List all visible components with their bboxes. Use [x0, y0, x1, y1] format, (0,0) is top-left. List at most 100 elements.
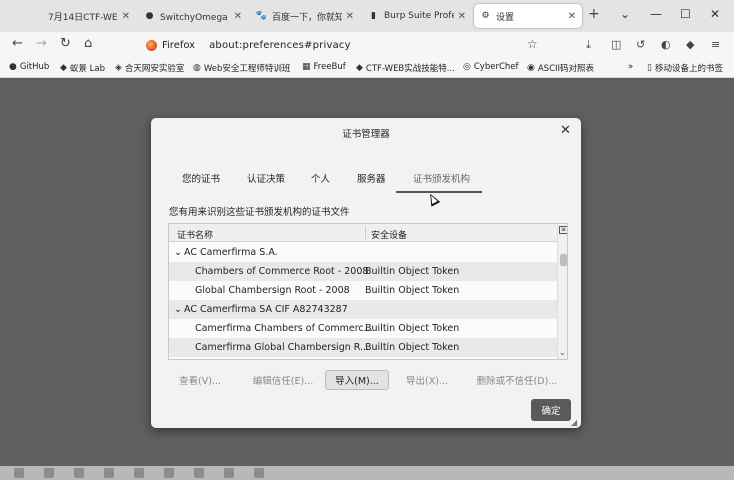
bookmarks-overflow-button[interactable]: »: [628, 62, 633, 72]
tree-item-row[interactable]: Chambers of Commerce Root - 2008 Builtin…: [169, 262, 557, 281]
column-header-cert-name[interactable]: 证书名称: [177, 228, 213, 241]
reload-button[interactable]: ↻: [60, 37, 71, 51]
group-name: AC Camerfirma S.A.: [184, 247, 278, 258]
history-icon[interactable]: ↺: [636, 38, 645, 51]
tab-your-certificates[interactable]: 您的证书: [182, 171, 220, 185]
edit-trust-button[interactable]: 编辑信任(E)...: [241, 370, 325, 390]
taskbar-app-icon[interactable]: [194, 468, 204, 478]
identity-label: Firefox: [162, 39, 196, 51]
menu-icon[interactable]: ≡: [711, 38, 720, 51]
taskbar-app-icon[interactable]: [44, 468, 54, 478]
forward-button[interactable]: →: [36, 37, 47, 51]
tree-group-row[interactable]: ⌄ AC Camerfirma SA CIF A82743287: [169, 300, 557, 319]
tree-group-row[interactable]: ⌄ AC Camerfirma S.A.: [169, 243, 557, 262]
window-close-button[interactable]: ✕: [710, 7, 720, 21]
ok-button[interactable]: 确定: [531, 399, 571, 421]
gear-icon: ⚙: [481, 11, 490, 21]
back-button[interactable]: ←: [12, 37, 23, 51]
certificate-tree[interactable]: 证书名称 安全设备 ⌄ AC Camerfirma S.A. Chambers …: [168, 223, 568, 360]
browser-tab-active[interactable]: ⚙ 设置 ✕: [474, 4, 582, 28]
import-button[interactable]: 导入(M)...: [325, 370, 389, 390]
switchy-icon: ●: [145, 11, 154, 21]
chevron-down-icon[interactable]: ⌄: [174, 247, 182, 258]
taskbar-app-icon[interactable]: [74, 468, 84, 478]
taskbar-app-icon[interactable]: [164, 468, 174, 478]
delete-or-distrust-button[interactable]: 删除或不信任(D)...: [469, 370, 565, 390]
taskbar: [0, 466, 734, 480]
active-tab-indicator: [396, 191, 482, 193]
bookmark-ctf[interactable]: ◆ CTF-WEB实战技能特...: [356, 62, 455, 74]
bookmark-label: CyberChef: [473, 62, 519, 72]
dialog-close-button[interactable]: ✕: [560, 123, 571, 138]
close-tab-icon[interactable]: ✕: [122, 11, 130, 22]
scrollbar-thumb[interactable]: [560, 254, 567, 266]
cert-name: Global Chambersign Root - 2008: [195, 285, 350, 296]
url-text[interactable]: about:preferences#privacy: [209, 40, 351, 51]
url-bar[interactable]: Firefox about:preferences#privacy: [142, 35, 548, 55]
tree-item-row[interactable]: Global Chambersign Root - 2008 Builtin O…: [169, 281, 557, 300]
tree-item-row[interactable]: Camerfirma Chambers of Commerc... Builti…: [169, 319, 557, 338]
tab-authorities[interactable]: 证书颁发机构: [413, 171, 470, 185]
bookmark-lab[interactable]: ◆ 蚁景 Lab: [60, 62, 105, 74]
extension-icon[interactable]: ◫: [611, 38, 621, 51]
globe-icon: ◍: [193, 63, 201, 73]
browser-tab[interactable]: 🐾 百度一下，你就知道 ✕: [250, 4, 360, 28]
shield-icon: ◈: [115, 63, 122, 73]
mobile-bookmarks[interactable]: ▯ 移动设备上的书签: [647, 62, 723, 74]
account-icon[interactable]: ◐: [661, 38, 671, 51]
taskbar-app-icon[interactable]: [14, 468, 24, 478]
close-tab-icon[interactable]: ✕: [458, 11, 466, 22]
bookmark-label: ASCII码对照表: [537, 64, 595, 74]
column-picker-icon[interactable]: ≡: [559, 226, 567, 234]
bookmark-github[interactable]: ● GitHub: [9, 62, 49, 72]
bookmark-web-training[interactable]: ◍ Web安全工程师特训班: [193, 62, 290, 74]
cert-device: Builtin Object Token: [365, 342, 460, 353]
tree-item-row[interactable]: Camerfirma Global Chambersign R... Built…: [169, 338, 557, 357]
tab-servers[interactable]: 服务器: [357, 171, 386, 185]
column-divider[interactable]: [365, 226, 366, 240]
ascii-icon: ◉: [527, 63, 535, 73]
close-tab-icon[interactable]: ✕: [234, 11, 242, 22]
browser-tab[interactable]: ▮ Burp Suite Professional ✕: [362, 4, 472, 28]
cert-device: Builtin Object Token: [365, 266, 460, 277]
close-tab-icon[interactable]: ✕: [346, 11, 354, 22]
taskbar-app-icon[interactable]: [104, 468, 114, 478]
taskbar-app-icon[interactable]: [254, 468, 264, 478]
bookmark-label: 移动设备上的书签: [654, 64, 723, 74]
tree-scrollbar[interactable]: ≡ ⌄: [557, 224, 567, 359]
firefox-icon: [146, 39, 157, 51]
view-button[interactable]: 查看(V)...: [169, 370, 231, 390]
maximize-button[interactable]: ☐: [680, 7, 691, 21]
bookmark-ascii[interactable]: ◉ ASCII码对照表: [527, 62, 594, 74]
resize-grip-icon[interactable]: ◢: [571, 418, 577, 427]
export-button[interactable]: 导出(X)...: [397, 370, 457, 390]
dialog-title: 证书管理器: [342, 129, 390, 140]
bookmark-cyberchef[interactable]: ◎ CyberChef: [463, 62, 519, 72]
minimize-button[interactable]: —: [650, 7, 662, 21]
cert-name: Chambers of Commerce Root - 2008: [195, 266, 369, 277]
tab-list-dropdown-icon[interactable]: ⌄: [620, 7, 630, 21]
close-tab-icon[interactable]: ✕: [568, 11, 576, 22]
taskbar-app-icon[interactable]: [134, 468, 144, 478]
browser-tab[interactable]: 7月14日CTF-WEB培训 ✕: [26, 4, 136, 28]
addon-icon[interactable]: ◆: [686, 38, 694, 51]
tab-strip: 7月14日CTF-WEB培训 ✕ ● SwitchyOmega 选项 ✕ 🐾 百…: [0, 0, 734, 32]
certificate-manager-dialog: 证书管理器 ✕ 您的证书 认证决策 个人 服务器 证书颁发机构 您有用来识别这些…: [151, 118, 581, 428]
tab-authentication-decisions[interactable]: 认证决策: [247, 171, 285, 185]
home-button[interactable]: ⌂: [84, 37, 92, 51]
chevron-down-icon[interactable]: ⌄: [174, 304, 182, 315]
bookmark-freebuf[interactable]: ▦ FreeBuf: [302, 62, 346, 72]
downloads-icon[interactable]: ⤓: [586, 38, 591, 52]
taskbar-app-icon[interactable]: [224, 468, 234, 478]
bookmark-hetian[interactable]: ◈ 合天网安实验室: [115, 62, 184, 74]
browser-tab[interactable]: ● SwitchyOmega 选项 ✕: [138, 4, 248, 28]
cert-device: Builtin Object Token: [365, 323, 460, 334]
bookmark-label: 蚁景 Lab: [69, 64, 105, 74]
column-header-security-device[interactable]: 安全设备: [371, 228, 407, 241]
new-tab-button[interactable]: +: [588, 6, 600, 22]
tab-people[interactable]: 个人: [311, 171, 330, 185]
freebuf-icon: ▦: [302, 62, 311, 72]
burp-icon: ▮: [371, 11, 376, 21]
chevron-down-icon[interactable]: ⌄: [559, 348, 566, 357]
bookmark-star-icon[interactable]: ☆: [527, 37, 538, 51]
